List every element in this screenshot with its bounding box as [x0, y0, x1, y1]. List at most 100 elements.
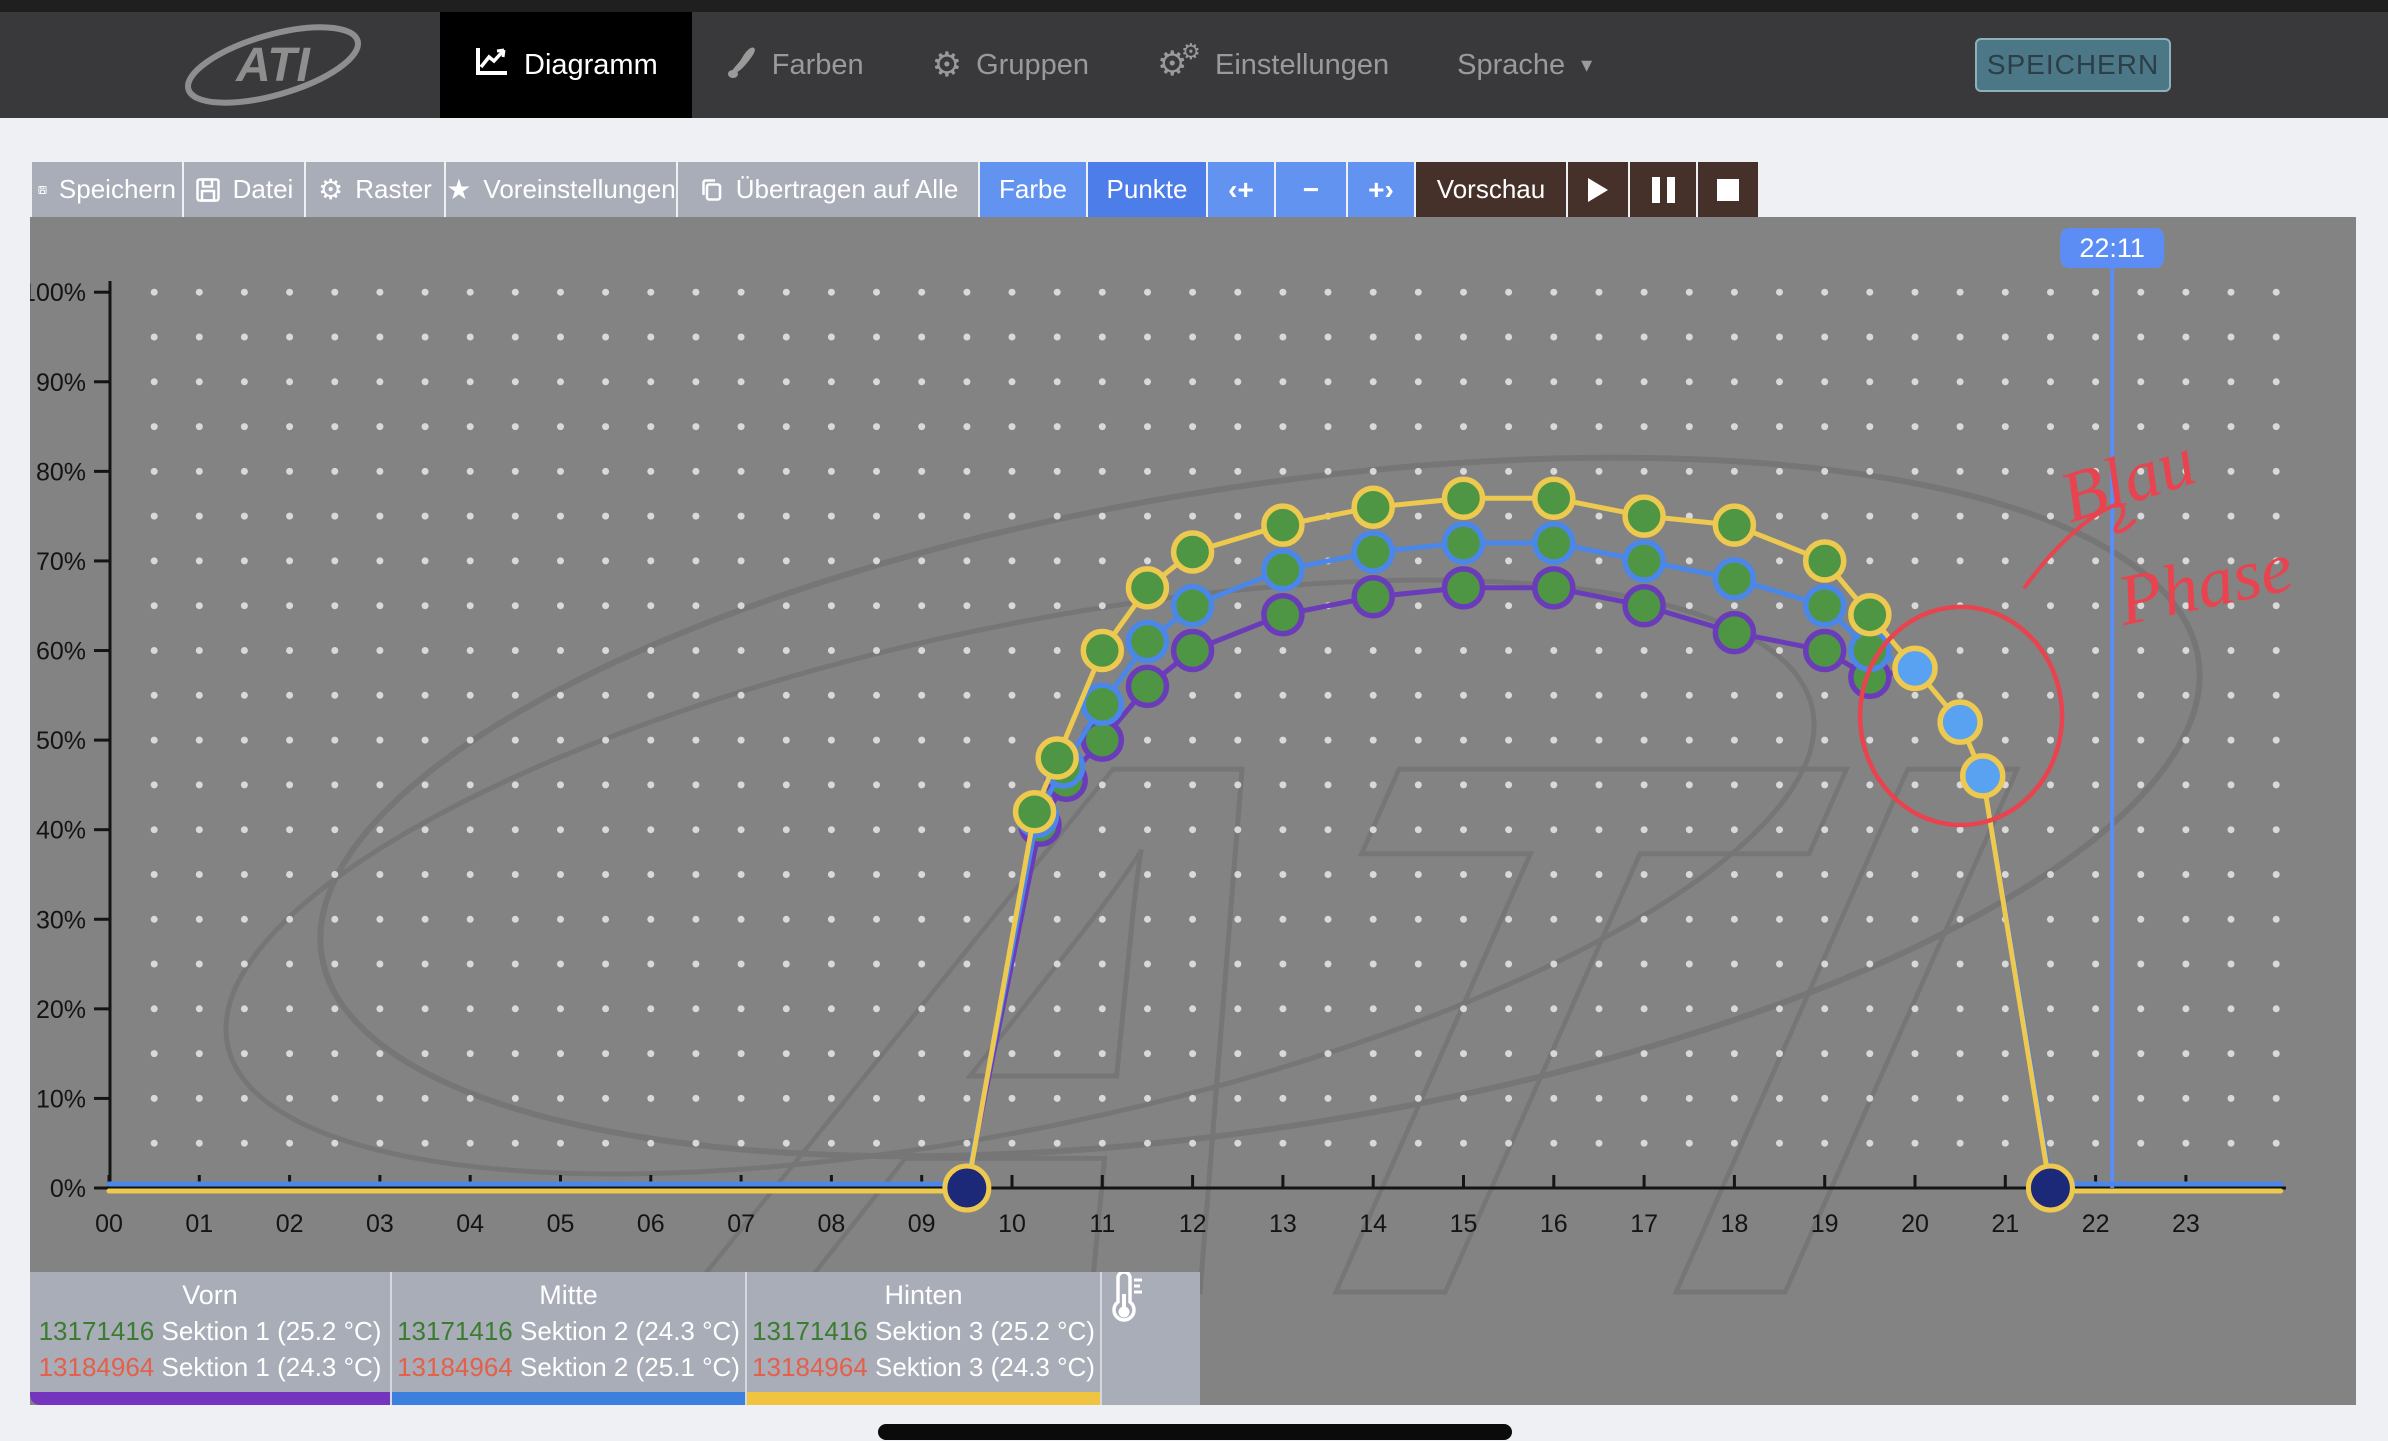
- sensor-id: 13171416: [39, 1316, 155, 1346]
- svg-text:01: 01: [185, 1210, 213, 1238]
- svg-text:19: 19: [1811, 1210, 1839, 1238]
- star-icon: ★: [446, 173, 471, 206]
- points-mode-button[interactable]: Punkte: [1088, 162, 1206, 217]
- presets-button[interactable]: ★ Voreinstellungen: [446, 162, 676, 217]
- top-navigation: ATI Diagramm Farben ⚙ Gruppen ⚙⚙ Einst: [0, 12, 2388, 118]
- svg-text:23: 23: [2172, 1210, 2200, 1238]
- play-button[interactable]: [1568, 162, 1628, 217]
- chart-toolbar: Speichern Datei ⚙ Raster ★ Voreinstellun…: [32, 162, 1758, 217]
- gear-icon: ⚙: [318, 173, 343, 206]
- add-point-right-button[interactable]: +›: [1348, 162, 1414, 217]
- sensor-text: Sektion 2 (25.1 °C): [520, 1352, 740, 1382]
- plus-right-icon: +›: [1368, 174, 1394, 206]
- diagram-canvas[interactable]: ATI0001020304050607080910111213141516171…: [30, 217, 2356, 1405]
- svg-text:10%: 10%: [36, 1085, 86, 1113]
- legend-row: 13171416 Sektion 1 (25.2 °C): [30, 1316, 390, 1347]
- floppy-icon: [38, 177, 47, 203]
- save-curve-button[interactable]: Speichern: [32, 162, 182, 217]
- grid-button[interactable]: ⚙ Raster: [306, 162, 444, 217]
- svg-text:60%: 60%: [36, 638, 86, 666]
- file-button[interactable]: Datei: [184, 162, 304, 217]
- thermometer-icon: [1102, 1272, 1144, 1328]
- plus-left-icon: ‹+: [1228, 174, 1254, 206]
- svg-text:20: 20: [1901, 1210, 1929, 1238]
- sensor-text: Sektion 3 (25.2 °C): [875, 1316, 1095, 1346]
- button-label: Speichern: [59, 174, 176, 205]
- legend-card-mitte: Mitte 13171416 Sektion 2 (24.3 °C) 13184…: [390, 1272, 745, 1405]
- svg-text:02: 02: [276, 1210, 304, 1238]
- sensor-id: 13184964: [39, 1352, 155, 1382]
- temperature-card[interactable]: [1100, 1272, 1200, 1405]
- window-top-strip: [0, 0, 2388, 12]
- speichern-button[interactable]: SPEICHERN: [1975, 38, 2171, 92]
- sensor-text: Sektion 1 (24.3 °C): [161, 1352, 381, 1382]
- remove-point-button[interactable]: −: [1276, 162, 1346, 217]
- legend-row: 13184964 Sektion 3 (24.3 °C): [747, 1352, 1100, 1383]
- svg-text:06: 06: [637, 1210, 665, 1238]
- caret-down-icon: ▾: [1581, 52, 1592, 78]
- transfer-to-all-button[interactable]: Übertragen auf Alle: [678, 162, 978, 217]
- svg-text:00: 00: [95, 1210, 123, 1238]
- tab-label: Gruppen: [976, 49, 1089, 82]
- floppy-icon: [195, 177, 221, 203]
- svg-text:Blau: Blau: [2051, 420, 2205, 538]
- svg-text:17: 17: [1630, 1210, 1658, 1238]
- stop-button[interactable]: [1698, 162, 1758, 217]
- copy-icon: [698, 177, 724, 203]
- svg-text:0%: 0%: [50, 1175, 86, 1203]
- svg-text:30%: 30%: [36, 906, 86, 934]
- legend-title: Hinten: [747, 1280, 1100, 1311]
- series-color-bar: [30, 1392, 390, 1405]
- menu-sprache[interactable]: Sprache ▾: [1423, 12, 1626, 118]
- pause-icon: [1652, 177, 1675, 203]
- minus-icon: −: [1303, 174, 1319, 206]
- button-label: Übertragen auf Alle: [736, 174, 959, 205]
- chart-legend: Vorn 13171416 Sektion 1 (25.2 °C) 131849…: [30, 1272, 1200, 1405]
- add-point-left-button[interactable]: ‹+: [1208, 162, 1274, 217]
- tab-label: Diagramm: [524, 49, 658, 82]
- svg-text:21: 21: [1991, 1210, 2019, 1238]
- svg-text:90%: 90%: [36, 369, 86, 397]
- tab-farben[interactable]: Farben: [692, 12, 898, 118]
- legend-card-vorn: Vorn 13171416 Sektion 1 (25.2 °C) 131849…: [30, 1272, 390, 1405]
- button-label: Vorschau: [1437, 174, 1545, 205]
- sensor-id: 13171416: [752, 1316, 868, 1346]
- legend-row: 13171416 Sektion 3 (25.2 °C): [747, 1316, 1100, 1347]
- sensor-id: 13171416: [397, 1316, 513, 1346]
- svg-text:09: 09: [908, 1210, 936, 1238]
- legend-row: 13171416 Sektion 2 (24.3 °C): [392, 1316, 745, 1347]
- pause-button[interactable]: [1630, 162, 1696, 217]
- button-label: Voreinstellungen: [483, 174, 675, 205]
- button-label: Punkte: [1107, 174, 1188, 205]
- svg-text:18: 18: [1720, 1210, 1748, 1238]
- menu-label: Sprache: [1457, 49, 1565, 82]
- sensor-text: Sektion 2 (24.3 °C): [520, 1316, 740, 1346]
- sensor-id: 13184964: [397, 1352, 513, 1382]
- svg-text:10: 10: [998, 1210, 1026, 1238]
- tab-diagramm[interactable]: Diagramm: [440, 12, 692, 118]
- tab-gruppen[interactable]: ⚙ Gruppen: [898, 12, 1123, 118]
- preview-button[interactable]: Vorschau: [1416, 162, 1566, 217]
- legend-title: Vorn: [30, 1280, 390, 1311]
- gear-icon: ⚙: [932, 48, 962, 82]
- button-label: Raster: [355, 174, 432, 205]
- home-indicator-bar[interactable]: [878, 1424, 1512, 1440]
- svg-text:04: 04: [456, 1210, 484, 1238]
- svg-text:Phase: Phase: [2110, 526, 2300, 641]
- svg-text:12: 12: [1179, 1210, 1207, 1238]
- legend-card-hinten: Hinten 13171416 Sektion 3 (25.2 °C) 1318…: [745, 1272, 1100, 1405]
- svg-text:15: 15: [1450, 1210, 1478, 1238]
- svg-text:40%: 40%: [36, 817, 86, 845]
- tab-einstellungen[interactable]: ⚙⚙ Einstellungen: [1123, 12, 1423, 118]
- chart-panel: ATI0001020304050607080910111213141516171…: [30, 217, 2356, 1405]
- svg-text:16: 16: [1540, 1210, 1568, 1238]
- series-color-bar: [392, 1392, 745, 1405]
- sensor-text: Sektion 1 (25.2 °C): [161, 1316, 381, 1346]
- svg-text:ATI: ATI: [235, 39, 311, 92]
- legend-row: 13184964 Sektion 2 (25.1 °C): [392, 1352, 745, 1383]
- svg-text:05: 05: [547, 1210, 575, 1238]
- chart-line-icon: [474, 46, 510, 84]
- color-mode-button[interactable]: Farbe: [980, 162, 1086, 217]
- tab-label: Einstellungen: [1215, 49, 1389, 82]
- svg-text:14: 14: [1359, 1210, 1387, 1238]
